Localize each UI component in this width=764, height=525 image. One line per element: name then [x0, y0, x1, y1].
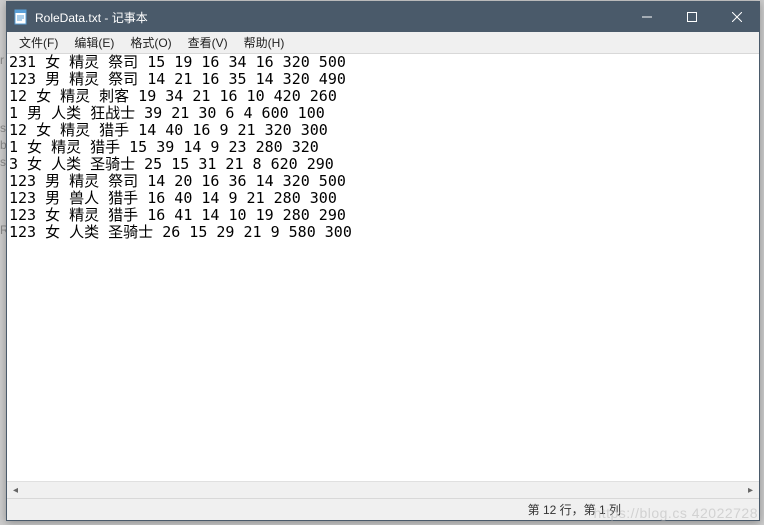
scrollbar-track[interactable] — [24, 482, 742, 498]
cursor-position: 第 12 行，第 1 列 — [510, 501, 639, 518]
menu-format[interactable]: 格式(O) — [122, 32, 179, 53]
titlebar[interactable]: RoleData.txt - 记事本 — [7, 2, 759, 32]
notepad-window: RoleData.txt - 记事本 文件(F) 编辑(E) 格式(O) 查看(… — [6, 1, 760, 521]
close-button[interactable] — [714, 2, 759, 32]
content-area: 231 女 精灵 祭司 15 19 16 34 16 320 500 123 男… — [7, 54, 759, 498]
horizontal-scrollbar[interactable]: ◂ ▸ — [7, 481, 759, 498]
window-controls — [624, 2, 759, 32]
menu-edit[interactable]: 编辑(E) — [66, 32, 122, 53]
menu-file[interactable]: 文件(F) — [11, 32, 66, 53]
menu-view[interactable]: 查看(V) — [180, 32, 236, 53]
maximize-button[interactable] — [669, 2, 714, 32]
text-editor[interactable]: 231 女 精灵 祭司 15 19 16 34 16 320 500 123 男… — [7, 54, 759, 480]
statusbar: 第 12 行，第 1 列 — [7, 498, 759, 520]
menu-help[interactable]: 帮助(H) — [236, 32, 293, 53]
menubar: 文件(F) 编辑(E) 格式(O) 查看(V) 帮助(H) — [7, 32, 759, 54]
window-title: RoleData.txt - 记事本 — [35, 9, 624, 26]
minimize-button[interactable] — [624, 2, 669, 32]
scroll-left-icon[interactable]: ◂ — [7, 482, 24, 499]
notepad-icon — [13, 9, 29, 25]
scroll-right-icon[interactable]: ▸ — [742, 482, 759, 499]
